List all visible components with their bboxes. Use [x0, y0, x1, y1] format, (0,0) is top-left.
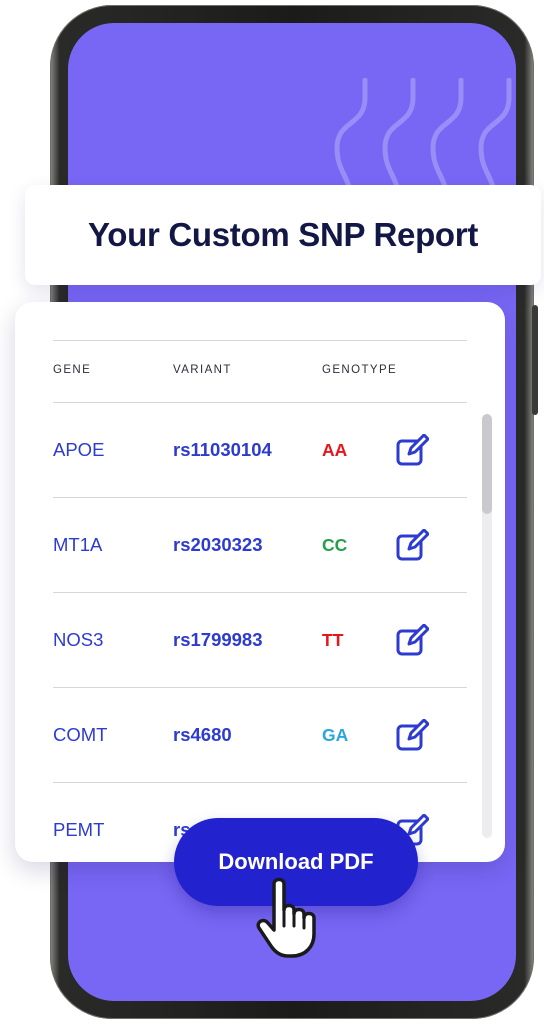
variant-cell: rs1799983	[173, 629, 263, 650]
gene-cell: COMT	[53, 724, 108, 745]
report-title: Your Custom SNP Report	[87, 216, 479, 253]
table-row[interactable]: NOS3 rs1799983 TT	[53, 592, 467, 687]
column-header-gene: GENE	[53, 364, 92, 376]
genotype-cell: AA	[322, 440, 348, 460]
phone-side-button	[532, 305, 538, 415]
gene-cell: PEMT	[53, 819, 105, 840]
column-header-genotype: GENOTYPE	[322, 364, 398, 376]
hand-pointer-icon	[256, 877, 316, 958]
edit-icon[interactable]	[395, 434, 429, 468]
edit-icon[interactable]	[395, 719, 429, 753]
table-row[interactable]: APOE rs11030104 AA	[53, 402, 467, 497]
column-header-variant: VARIANT	[173, 364, 232, 376]
gene-cell: MT1A	[53, 534, 103, 555]
scrollbar-thumb[interactable]	[482, 414, 492, 514]
gene-cell: APOE	[53, 439, 105, 460]
variant-cell: rs2030323	[173, 534, 263, 555]
snp-table: GENE VARIANT GENOTYPE APOE rs11030104 AA…	[15, 302, 505, 862]
edit-icon[interactable]	[395, 529, 429, 563]
edit-icon[interactable]	[395, 624, 429, 658]
report-title-card: Your Custom SNP Report	[25, 185, 541, 285]
table-row[interactable]: MT1A rs2030323 CC	[53, 497, 467, 592]
header-divider	[53, 340, 467, 341]
table-body: APOE rs11030104 AA MT1A rs2030323 CC NOS…	[53, 402, 467, 862]
gene-cell: NOS3	[53, 629, 104, 650]
variant-cell: rs11030104	[173, 439, 272, 460]
scrollbar[interactable]	[482, 414, 492, 838]
table-row[interactable]: COMT rs4680 GA	[53, 687, 467, 782]
genotype-cell: GA	[322, 725, 349, 745]
genotype-cell: CC	[322, 535, 348, 555]
genotype-cell: TT	[322, 630, 344, 650]
variant-cell: rs4680	[173, 724, 232, 745]
table-header: GENE VARIANT GENOTYPE	[15, 364, 505, 384]
